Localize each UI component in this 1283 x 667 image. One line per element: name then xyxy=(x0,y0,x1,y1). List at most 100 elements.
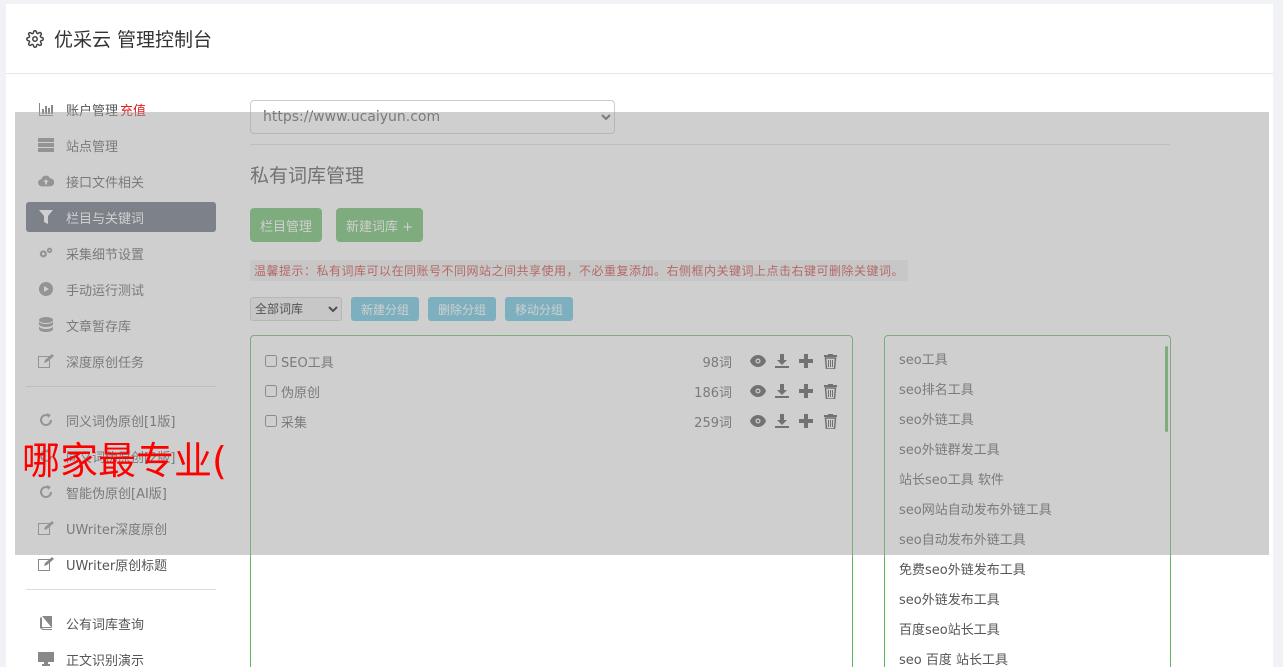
library-checkbox[interactable] xyxy=(265,385,277,397)
library-checkbox[interactable] xyxy=(265,355,277,367)
delete-group-button[interactable]: 删除分组 xyxy=(428,297,497,321)
keyword-item[interactable]: seo自动发布外链工具 xyxy=(899,528,1156,558)
download-icon[interactable] xyxy=(774,353,790,369)
main-content: https://www.ucaiyun.com 私有词库管理 栏目管理 新建词库… xyxy=(250,100,1171,667)
divider xyxy=(250,144,1170,145)
sidebar-item-label: 同义词伪原创[1版] xyxy=(66,414,176,430)
library-name[interactable]: SEO工具 xyxy=(281,352,702,371)
trash-icon[interactable] xyxy=(822,353,838,369)
library-list-panel: SEO工具 98词 伪原创 186词 采集 259词 xyxy=(250,335,853,667)
eye-icon[interactable] xyxy=(750,353,766,369)
library-count: 98词 xyxy=(702,355,732,371)
sidebar-item-label: 深度原创任务 xyxy=(66,355,145,371)
server-icon xyxy=(38,137,54,153)
list-item: 采集 259词 xyxy=(265,406,838,436)
list-item: 伪原创 186词 xyxy=(265,376,838,406)
sidebar-item-label: 站点管理 xyxy=(66,139,119,155)
refresh-icon xyxy=(38,412,54,428)
plus-icon[interactable] xyxy=(798,353,814,369)
sidebar-item-label: 账户管理 xyxy=(66,103,119,119)
library-checkbox[interactable] xyxy=(265,415,277,427)
edit-icon xyxy=(38,556,54,572)
trash-icon[interactable] xyxy=(822,383,838,399)
filter-icon xyxy=(38,209,54,225)
sidebar-item-label: UWriter原创标题 xyxy=(66,558,168,574)
desktop-icon xyxy=(38,651,54,667)
recharge-link[interactable]: 充值 xyxy=(120,100,146,119)
keyword-item[interactable]: seo外链工具 xyxy=(899,408,1156,438)
sidebar: 账户管理 充值 站点管理 接口文件相关 栏目与关键词 采集细节设置 手动运行测试… xyxy=(26,94,216,667)
plus-icon[interactable] xyxy=(798,413,814,429)
eye-icon[interactable] xyxy=(750,413,766,429)
action-buttons: 栏目管理 新建词库 + xyxy=(250,208,1170,242)
sidebar-item-article-store[interactable]: 文章暂存库 xyxy=(26,310,216,340)
keyword-item[interactable]: seo排名工具 xyxy=(899,378,1156,408)
top-bar: 优采云 管理控制台 xyxy=(6,4,1273,74)
keyword-item[interactable]: 免费seo外链发布工具 xyxy=(899,558,1156,588)
play-circle-icon xyxy=(38,281,54,297)
library-filter-select[interactable]: 全部词库 xyxy=(250,297,342,321)
sidebar-item-uwriter-deep[interactable]: UWriter深度原创 xyxy=(26,513,216,543)
plus-icon[interactable] xyxy=(798,383,814,399)
library-name[interactable]: 采集 xyxy=(281,412,694,431)
sidebar-item-label: 栏目与关键词 xyxy=(66,211,145,227)
sidebar-item-deep-original[interactable]: 深度原创任务 xyxy=(26,346,216,376)
move-group-button[interactable]: 移动分组 xyxy=(505,297,574,321)
library-name[interactable]: 伪原创 xyxy=(281,382,694,401)
book-icon xyxy=(38,615,54,631)
sidebar-divider xyxy=(26,386,216,387)
sidebar-item-columns-keywords[interactable]: 栏目与关键词 xyxy=(26,202,216,232)
sidebar-item-label: 手动运行测试 xyxy=(66,283,145,299)
page-title: 私有词库管理 xyxy=(250,165,365,187)
sidebar-item-manual-run[interactable]: 手动运行测试 xyxy=(26,274,216,304)
new-group-button[interactable]: 新建分组 xyxy=(351,297,420,321)
sidebar-item-sites[interactable]: 站点管理 xyxy=(26,130,216,160)
sidebar-item-text-detect[interactable]: 正文识别演示 xyxy=(26,644,216,667)
database-icon xyxy=(38,317,54,333)
sidebar-item-uwriter-title[interactable]: UWriter原创标题 xyxy=(26,549,216,579)
eye-icon[interactable] xyxy=(750,383,766,399)
bar-chart-icon xyxy=(38,101,54,117)
edit-icon xyxy=(38,353,54,369)
sidebar-item-public-lib[interactable]: 公有词库查询 xyxy=(26,608,216,638)
sidebar-item-label: 采集细节设置 xyxy=(66,247,145,263)
keyword-item[interactable]: seo 百度 站长工具 xyxy=(899,648,1156,667)
sidebar-item-label: 智能伪原创[AI版] xyxy=(66,486,167,502)
keyword-list-panel[interactable]: seo工具 seo排名工具 seo外链工具 seo外链群发工具 站长seo工具 … xyxy=(884,335,1171,667)
sidebar-item-account[interactable]: 账户管理 充值 xyxy=(26,94,216,124)
sidebar-item-label: 公有词库查询 xyxy=(66,617,145,633)
refresh-icon xyxy=(38,484,54,500)
sidebar-item-collect-settings[interactable]: 采集细节设置 xyxy=(26,238,216,268)
sidebar-item-label: 正文识别演示 xyxy=(66,653,145,667)
gears-icon xyxy=(38,245,54,261)
group-toolbar: 全部词库 新建分组 删除分组 移动分组 xyxy=(250,297,1170,321)
library-count: 259词 xyxy=(694,415,732,431)
download-icon[interactable] xyxy=(774,413,790,429)
scrollbar-thumb[interactable] xyxy=(1165,346,1168,432)
app-shell: 优采云 管理控制台 账户管理 充值 站点管理 接口文件相关 栏目与关键词 采集细… xyxy=(6,4,1273,667)
list-item: SEO工具 98词 xyxy=(265,346,838,376)
keyword-item[interactable]: seo工具 xyxy=(899,348,1156,378)
keyword-item[interactable]: seo外链群发工具 xyxy=(899,438,1156,468)
edit-icon xyxy=(38,520,54,536)
download-icon[interactable] xyxy=(774,383,790,399)
overlay-caption: 哪家最专业( xyxy=(22,439,227,483)
sidebar-divider xyxy=(26,589,216,590)
sidebar-item-label: 文章暂存库 xyxy=(66,319,132,335)
trash-icon[interactable] xyxy=(822,413,838,429)
hint-text: 温馨提示：私有词库可以在同账号不同网站之间共享使用，不必重复添加。右侧框内关键词… xyxy=(250,260,909,281)
site-select[interactable]: https://www.ucaiyun.com xyxy=(250,100,615,134)
keyword-item[interactable]: seo外链发布工具 xyxy=(899,588,1156,618)
sidebar-item-interface[interactable]: 接口文件相关 xyxy=(26,166,216,196)
keyword-item[interactable]: 站长seo工具 软件 xyxy=(899,468,1156,498)
library-count: 186词 xyxy=(694,385,732,401)
brand-title: 优采云 管理控制台 xyxy=(54,29,213,51)
gear-icon xyxy=(26,29,44,48)
sidebar-item-label: UWriter深度原创 xyxy=(66,522,168,538)
new-library-button[interactable]: 新建词库 + xyxy=(336,208,424,242)
column-manage-button[interactable]: 栏目管理 xyxy=(250,208,323,242)
keyword-item[interactable]: seo网站自动发布外链工具 xyxy=(899,498,1156,528)
keyword-item[interactable]: 百度seo站长工具 xyxy=(899,618,1156,648)
cloud-upload-icon xyxy=(38,173,54,189)
sidebar-item-label: 接口文件相关 xyxy=(66,175,145,191)
